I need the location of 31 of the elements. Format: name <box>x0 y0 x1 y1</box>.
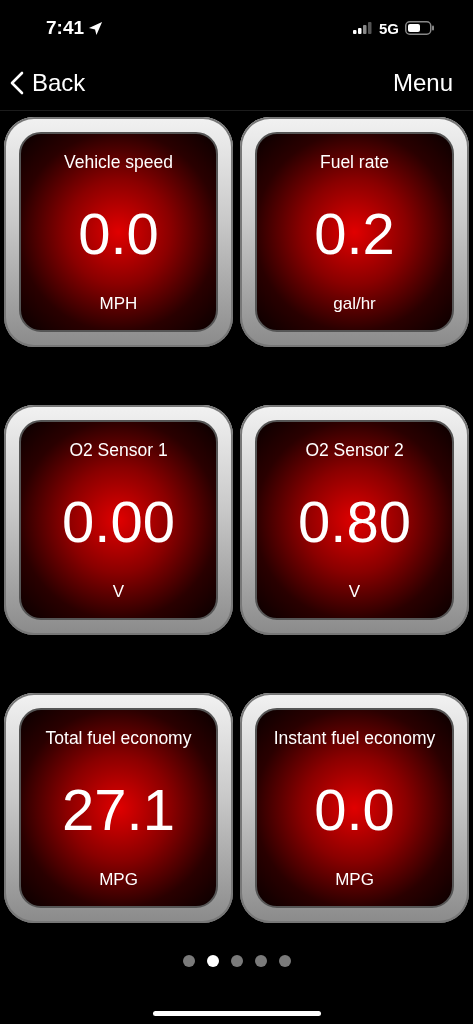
gauge-unit: MPG <box>99 870 138 890</box>
gauge-title: O2 Sensor 1 <box>69 440 168 461</box>
gauge-title: Fuel rate <box>319 152 390 173</box>
chevron-left-icon <box>10 71 24 95</box>
page-dot[interactable] <box>182 955 195 967</box>
menu-button[interactable]: Menu <box>392 69 453 97</box>
gauge-value: 0.00 <box>62 492 175 551</box>
network-label: 5G <box>379 19 399 37</box>
gauge-value: 27.1 <box>62 780 175 839</box>
gauge-unit: V <box>112 582 125 602</box>
gauge-value: 0.0 <box>78 204 159 263</box>
gauge-value: 0.80 <box>298 492 411 551</box>
location-arrow-icon <box>88 20 104 36</box>
gauge-title: Instant fuel economy <box>273 728 436 749</box>
gauge-unit: gal/hr <box>333 294 376 314</box>
gauge-value: 0.2 <box>314 204 395 263</box>
gauge-unit: MPH <box>99 294 138 314</box>
page-dot[interactable] <box>230 955 243 967</box>
gauge-value: 0.0 <box>314 780 395 839</box>
status-time: 7:41 <box>46 17 104 39</box>
back-button[interactable]: Back <box>10 69 86 97</box>
page-dot[interactable] <box>206 955 219 967</box>
gauge-title: O2 Sensor 2 <box>305 440 404 461</box>
gauge-unit: MPG <box>335 870 374 890</box>
page-dot[interactable] <box>278 955 291 967</box>
signal-icon <box>353 22 373 34</box>
gauge-title: Total fuel economy <box>45 728 192 749</box>
battery-icon <box>405 21 435 35</box>
page-dot[interactable] <box>254 955 267 967</box>
gauge-unit: V <box>348 582 361 602</box>
gauge-title: Vehicle speed <box>64 152 173 173</box>
